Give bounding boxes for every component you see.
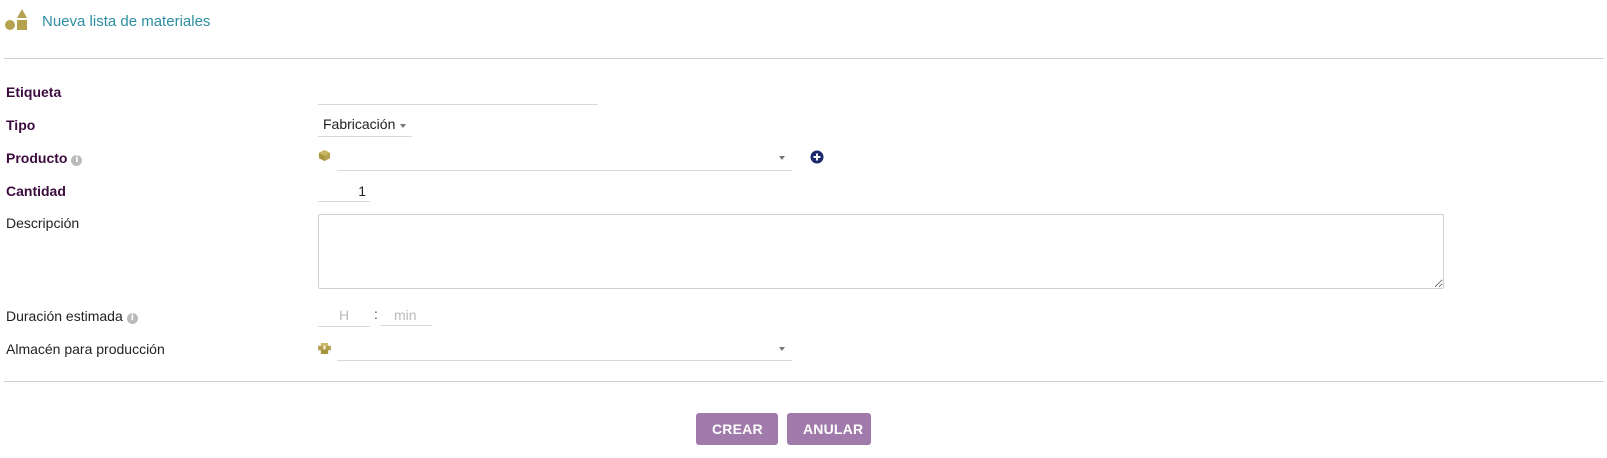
tipo-selected-value: Fabricación (323, 116, 396, 132)
duracion-label-text: Duración estimada (6, 308, 123, 324)
etiqueta-label: Etiqueta (6, 84, 62, 100)
info-icon[interactable]: i (71, 155, 83, 166)
boxes-icon (318, 343, 331, 354)
shapes-icon (5, 9, 27, 30)
create-button[interactable]: CREAR (696, 413, 778, 445)
descripcion-textarea[interactable] (318, 214, 1444, 289)
time-separator: : (374, 306, 378, 322)
cancel-button[interactable]: ANULAR (787, 413, 871, 445)
box-icon (318, 149, 331, 162)
tipo-label: Tipo (6, 117, 36, 133)
producto-label: Producto i (6, 150, 83, 166)
chevron-down-icon (400, 124, 406, 128)
descripcion-label: Descripción (6, 215, 80, 231)
minutes-input[interactable] (380, 304, 432, 326)
footer-divider (4, 381, 1604, 382)
tipo-select[interactable]: Fabricación (318, 114, 412, 137)
hours-input[interactable] (318, 304, 370, 327)
producto-select[interactable] (337, 146, 792, 171)
header-divider (4, 58, 1604, 59)
cantidad-label: Cantidad (6, 183, 66, 199)
duracion-label: Duración estimada i (6, 308, 138, 324)
page-title: Nueva lista de materiales (42, 13, 211, 30)
chevron-down-icon (779, 347, 785, 351)
info-icon[interactable]: i (126, 313, 138, 324)
plus-circle-icon[interactable] (810, 150, 824, 164)
almacen-label: Almacén para producción (6, 341, 165, 357)
cantidad-input[interactable] (318, 180, 370, 202)
etiqueta-input[interactable] (318, 84, 598, 105)
almacen-select[interactable] (337, 337, 792, 361)
chevron-down-icon (779, 156, 785, 160)
producto-label-text: Producto (6, 150, 68, 166)
